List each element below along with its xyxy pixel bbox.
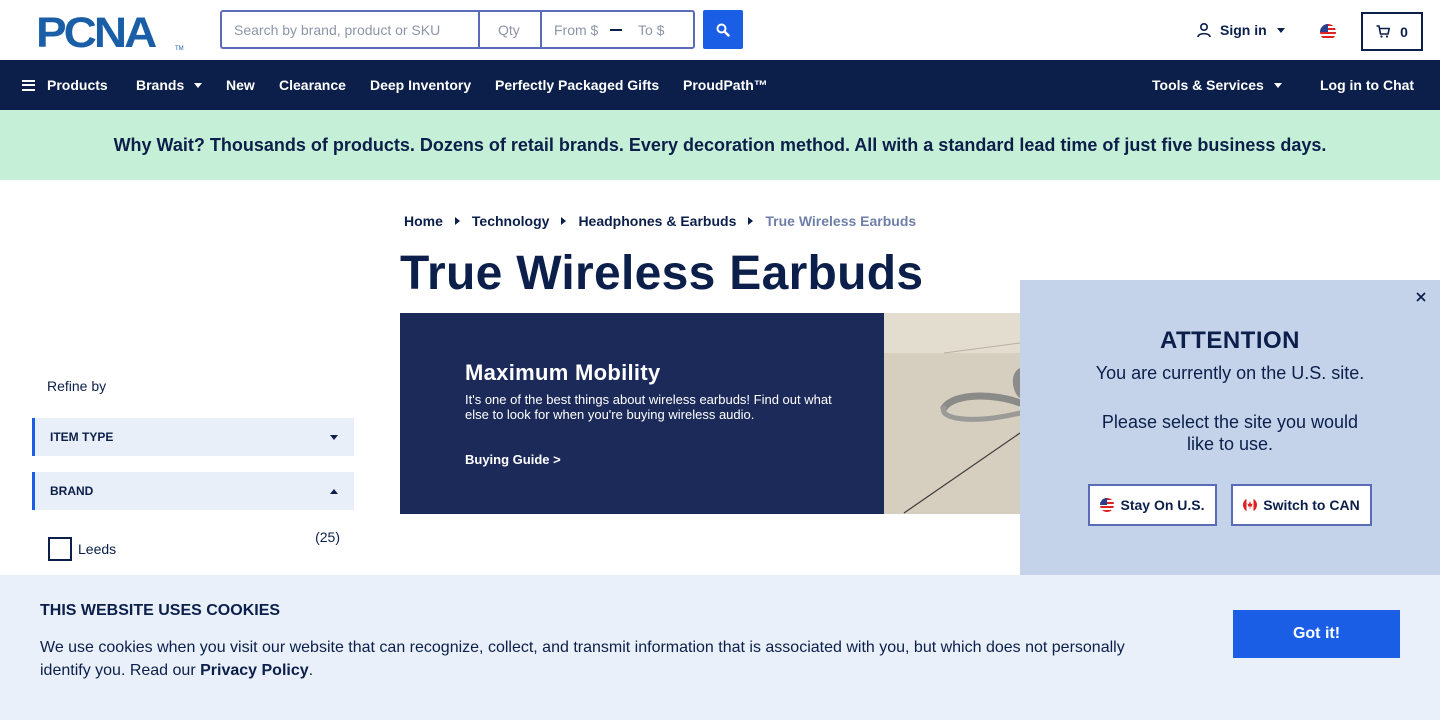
cart-count: 0 bbox=[1400, 23, 1408, 40]
signin-menu[interactable]: Sign in bbox=[1196, 22, 1285, 38]
breadcrumb-separator-icon bbox=[454, 217, 460, 225]
switch-can-button[interactable]: Switch to CAN bbox=[1231, 484, 1372, 526]
price-range bbox=[540, 10, 695, 49]
modal-title: ATTENTION bbox=[1159, 327, 1301, 354]
banner-text: It's one of the best things about wirele… bbox=[465, 392, 832, 422]
breadcrumb-technology[interactable]: Technology bbox=[472, 213, 550, 229]
brand-checkbox[interactable] bbox=[48, 537, 72, 561]
chevron-down-icon bbox=[1273, 82, 1282, 88]
breadcrumb-separator-icon bbox=[561, 217, 567, 225]
nav-products-label: Products bbox=[47, 77, 108, 93]
brand-option-label[interactable]: Leeds bbox=[78, 541, 116, 557]
cookie-banner: THIS WEBSITE USES COOKIES We use cookies… bbox=[0, 575, 1440, 720]
chevron-down-icon bbox=[194, 82, 203, 88]
nav-tools-label: Tools & Services bbox=[1152, 77, 1264, 93]
search-button[interactable] bbox=[703, 10, 743, 49]
site-select-modal: ATTENTION You are currently on the U.S. … bbox=[1020, 280, 1440, 575]
nav-tools-services[interactable]: Tools & Services bbox=[1152, 60, 1282, 110]
brand-option-count: (25) bbox=[315, 529, 340, 545]
svg-text:PCNA: PCNA bbox=[36, 12, 156, 52]
chevron-down-icon bbox=[330, 434, 338, 440]
page-title: True Wireless Earbuds bbox=[400, 247, 924, 300]
breadcrumb-separator-icon bbox=[748, 217, 754, 225]
canada-flag-icon bbox=[1243, 498, 1258, 512]
cookie-title: THIS WEBSITE USES COOKIES bbox=[40, 602, 281, 619]
nav-deep-inventory[interactable]: Deep Inventory bbox=[370, 60, 471, 110]
close-button[interactable] bbox=[1412, 288, 1430, 306]
menu-icon bbox=[22, 79, 35, 91]
facet-brand[interactable]: BRAND bbox=[32, 472, 354, 510]
stay-us-label: Stay On U.S. bbox=[1120, 497, 1205, 513]
modal-current-site: You are currently on the U.S. site. bbox=[1095, 363, 1365, 383]
switch-can-label: Switch to CAN bbox=[1263, 497, 1360, 513]
brand-option-leeds: Leeds (25) bbox=[48, 529, 340, 561]
main-nav: Products Brands New Clearance Deep Inven… bbox=[0, 60, 1440, 110]
us-flag-icon bbox=[1100, 498, 1115, 512]
breadcrumb-home[interactable]: Home bbox=[404, 213, 443, 229]
banner-heading: Maximum Mobility bbox=[465, 360, 661, 385]
buying-guide-banner[interactable]: Maximum Mobility It's one of the best th… bbox=[400, 313, 1020, 514]
close-icon bbox=[1416, 292, 1426, 302]
facet-brand-label: BRAND bbox=[50, 484, 94, 498]
nav-new[interactable]: New bbox=[226, 60, 255, 110]
nav-products[interactable]: Products bbox=[22, 60, 108, 110]
nav-packaged-gifts[interactable]: Perfectly Packaged Gifts bbox=[495, 60, 659, 110]
stay-us-button[interactable]: Stay On U.S. bbox=[1088, 484, 1217, 526]
chevron-down-icon bbox=[1276, 27, 1285, 33]
modal-instruction: Please select the site you would like to… bbox=[1101, 412, 1359, 454]
cookie-text-block: We use cookies when you visit our websit… bbox=[40, 636, 1150, 682]
nav-brands-label: Brands bbox=[136, 77, 185, 93]
facet-item-type-label: ITEM TYPE bbox=[50, 430, 114, 444]
cart-icon bbox=[1376, 25, 1391, 38]
price-dash bbox=[610, 28, 622, 31]
buying-guide-link[interactable]: Buying Guide > bbox=[465, 452, 561, 467]
cookie-period: . bbox=[308, 662, 314, 679]
nav-brands[interactable]: Brands bbox=[136, 60, 203, 110]
promo-banner: Why Wait? Thousands of products. Dozens … bbox=[0, 110, 1440, 180]
search-bar bbox=[220, 10, 695, 49]
site-header: PCNA TM Sign in bbox=[0, 0, 1440, 60]
price-from-input[interactable] bbox=[542, 21, 602, 38]
search-icon bbox=[716, 23, 730, 37]
nav-proudpath[interactable]: ProudPath™ bbox=[683, 60, 768, 110]
cart-button[interactable]: 0 bbox=[1361, 12, 1423, 51]
us-flag-icon[interactable] bbox=[1320, 24, 1336, 40]
breadcrumb-headphones[interactable]: Headphones & Earbuds bbox=[578, 213, 736, 229]
banner-panel: Maximum Mobility It's one of the best th… bbox=[400, 313, 884, 514]
cookie-accept-button[interactable]: Got it! bbox=[1233, 610, 1400, 658]
user-icon bbox=[1197, 22, 1211, 38]
chevron-up-icon bbox=[330, 488, 338, 494]
facet-item-type[interactable]: ITEM TYPE bbox=[32, 418, 354, 456]
earbuds-photo bbox=[884, 313, 1020, 514]
refine-by-label: Refine by bbox=[47, 378, 107, 394]
nav-clearance[interactable]: Clearance bbox=[279, 60, 346, 110]
search-input[interactable] bbox=[220, 10, 478, 49]
pcna-logo[interactable]: PCNA TM bbox=[36, 10, 186, 57]
breadcrumb: Home Technology Headphones & Earbuds Tru… bbox=[404, 213, 916, 229]
signin-label: Sign in bbox=[1220, 22, 1267, 38]
svg-text:TM: TM bbox=[175, 46, 184, 52]
nav-chat-login[interactable]: Log in to Chat bbox=[1320, 60, 1414, 110]
breadcrumb-current: True Wireless Earbuds bbox=[765, 213, 917, 229]
price-to-input[interactable] bbox=[626, 21, 686, 38]
qty-input[interactable] bbox=[478, 10, 540, 49]
privacy-policy-link[interactable]: Privacy Policy bbox=[200, 662, 309, 679]
promo-text: Why Wait? Thousands of products. Dozens … bbox=[113, 134, 1327, 155]
